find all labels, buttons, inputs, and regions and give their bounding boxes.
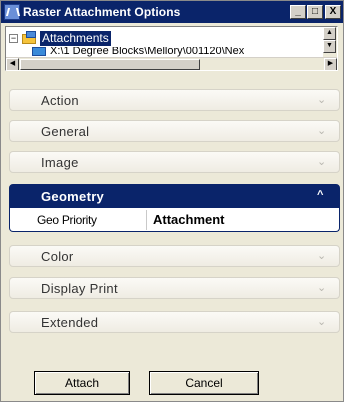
section-general[interactable]: General ⌄ — [9, 120, 340, 142]
geo-priority-value[interactable]: Attachment — [146, 209, 337, 230]
title-bar[interactable]: Raster Attachment Options _ □ X — [1, 1, 343, 23]
scroll-up-button[interactable]: ▲ — [323, 27, 336, 40]
raster-attachment-window: Raster Attachment Options _ □ X − Attach… — [0, 0, 344, 402]
chevron-down-icon: ⌄ — [317, 316, 327, 328]
geometry-properties: Geo Priority Attachment — [9, 208, 340, 232]
folder-icon — [22, 31, 38, 45]
section-display-print[interactable]: Display Print ⌄ — [9, 277, 340, 299]
section-label: Display Print — [41, 280, 118, 296]
maximize-button[interactable]: □ — [307, 5, 323, 19]
section-geometry[interactable]: Geometry ^ — [9, 184, 340, 208]
tree-vertical-scrollbar[interactable]: ▲ ▼ — [323, 27, 337, 57]
chevron-down-icon: ⌄ — [317, 156, 327, 168]
chevron-down-icon: ⌄ — [317, 250, 327, 262]
section-label: Geometry — [41, 188, 105, 204]
tree-horizontal-scrollbar[interactable]: ◀ ▶ — [6, 57, 337, 70]
chevron-down-icon: ⌄ — [317, 125, 327, 137]
tree-root-item[interactable]: − Attachments — [9, 30, 111, 46]
scroll-down-button[interactable]: ▼ — [323, 40, 336, 53]
attachments-tree[interactable]: − Attachments X:\1 Degree Blocks\Mellory… — [5, 26, 338, 71]
close-button[interactable]: X — [325, 5, 341, 19]
tree-root-label: Attachments — [40, 30, 111, 46]
scroll-left-button[interactable]: ◀ — [6, 58, 19, 70]
app-icon — [4, 4, 20, 20]
section-label: General — [41, 123, 90, 139]
window-controls: _ □ X — [289, 5, 341, 19]
section-label: Image — [41, 154, 79, 170]
section-extended[interactable]: Extended ⌄ — [9, 311, 340, 333]
section-label: Action — [41, 92, 79, 108]
tree-child-path: X:\1 Degree Blocks\Mellory\001120\Nex — [50, 47, 245, 57]
section-color[interactable]: Color ⌄ — [9, 245, 340, 267]
raster-file-icon — [32, 47, 46, 56]
section-label: Extended — [41, 314, 99, 330]
property-name: Geo Priority — [37, 212, 97, 227]
section-action[interactable]: Action ⌄ — [9, 89, 340, 111]
chevron-down-icon: ⌄ — [317, 282, 327, 294]
horizontal-scroll-thumb[interactable] — [20, 59, 200, 70]
collapse-icon[interactable]: − — [9, 33, 18, 43]
chevron-up-icon: ^ — [317, 189, 324, 201]
window-title: Raster Attachment Options — [23, 5, 181, 19]
cancel-button[interactable]: Cancel — [149, 371, 259, 395]
minimize-button[interactable]: _ — [290, 5, 306, 19]
section-image[interactable]: Image ⌄ — [9, 151, 340, 173]
scroll-right-button[interactable]: ▶ — [324, 58, 337, 70]
section-label: Color — [41, 248, 74, 264]
attach-button[interactable]: Attach — [34, 371, 130, 395]
chevron-down-icon: ⌄ — [317, 94, 327, 106]
